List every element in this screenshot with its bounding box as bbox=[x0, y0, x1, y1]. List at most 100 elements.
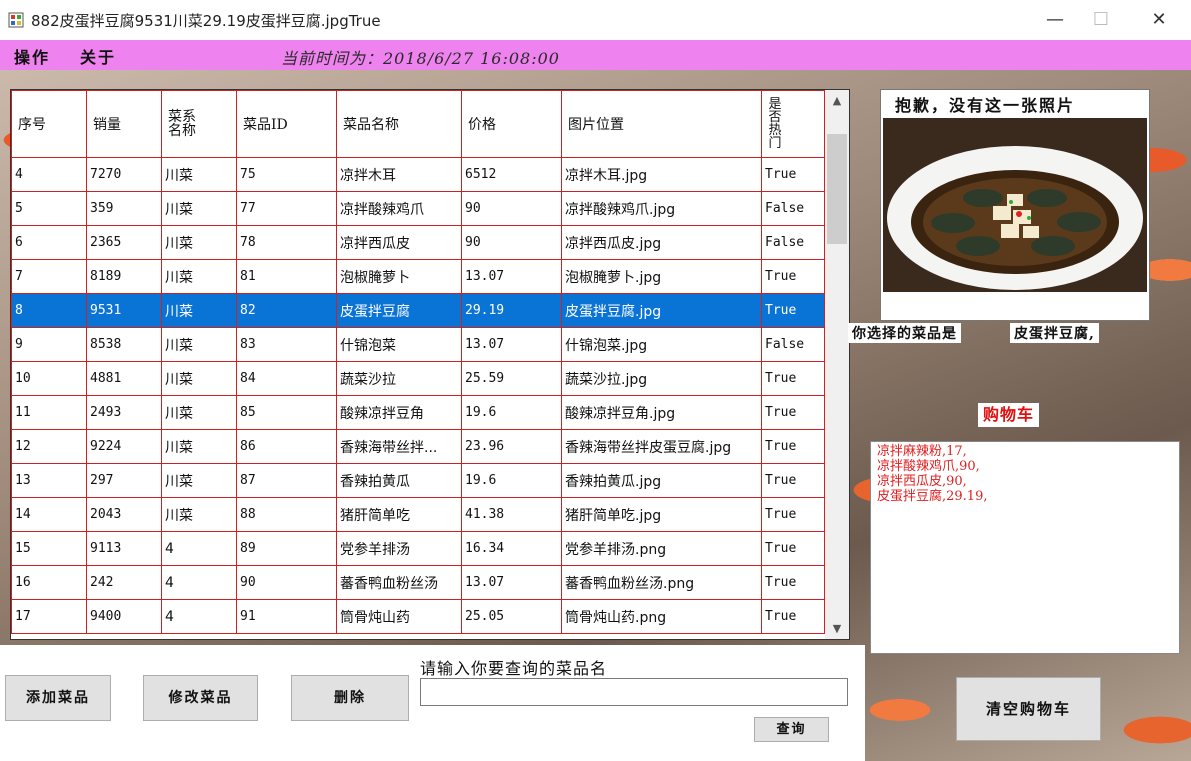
column-header[interactable]: 菜品名称 bbox=[336, 90, 462, 158]
table-row[interactable]: 4 7270 川菜 75 凉拌木耳 6512 凉拌木耳.jpg True bbox=[11, 157, 825, 192]
table-row[interactable]: 13 297 川菜 87 香辣拍黄瓜 19.6 香辣拍黄瓜.jpg True bbox=[11, 463, 825, 498]
table-cell[interactable]: False bbox=[761, 191, 825, 226]
table-cell[interactable]: 泡椒腌萝卜 bbox=[336, 259, 462, 294]
table-cell[interactable]: 9531 bbox=[86, 293, 162, 328]
table-cell[interactable]: 4 bbox=[161, 599, 237, 634]
table-cell[interactable]: 川菜 bbox=[161, 463, 237, 498]
column-header[interactable]: 序号 bbox=[11, 90, 87, 158]
table-cell[interactable]: 16 bbox=[11, 565, 87, 600]
table-cell[interactable]: 5 bbox=[11, 191, 87, 226]
add-dish-button[interactable]: 添加菜品 bbox=[5, 675, 111, 721]
table-cell[interactable]: 凉拌木耳.jpg bbox=[561, 157, 762, 192]
table-cell[interactable]: 41.38 bbox=[461, 497, 562, 532]
table-cell[interactable]: 78 bbox=[236, 225, 337, 260]
table-cell[interactable]: False bbox=[761, 225, 825, 260]
table-row[interactable]: 11 2493 川菜 85 酸辣凉拌豆角 19.6 酸辣凉拌豆角.jpg True bbox=[11, 395, 825, 430]
table-cell[interactable]: 4 bbox=[11, 157, 87, 192]
table-cell[interactable]: 83 bbox=[236, 327, 337, 362]
table-cell[interactable]: 4881 bbox=[86, 361, 162, 396]
table-cell[interactable]: 88 bbox=[236, 497, 337, 532]
scroll-up-icon[interactable]: ▲ bbox=[825, 94, 849, 107]
table-cell[interactable]: 8538 bbox=[86, 327, 162, 362]
table-cell[interactable]: 77 bbox=[236, 191, 337, 226]
table-cell[interactable]: False bbox=[761, 327, 825, 362]
table-cell[interactable]: 17 bbox=[11, 599, 87, 634]
table-cell[interactable]: 凉拌西瓜皮.jpg bbox=[561, 225, 762, 260]
column-header[interactable]: 菜系名称 bbox=[161, 90, 237, 158]
table-cell[interactable]: 川菜 bbox=[161, 225, 237, 260]
maximize-button[interactable]: ☐ bbox=[1078, 0, 1124, 40]
table-cell[interactable]: 凉拌酸辣鸡爪.jpg bbox=[561, 191, 762, 226]
table-cell[interactable]: 14 bbox=[11, 497, 87, 532]
clear-cart-button[interactable]: 清空购物车 bbox=[956, 677, 1101, 741]
column-header[interactable]: 图片位置 bbox=[561, 90, 762, 158]
table-cell[interactable]: 19.6 bbox=[461, 395, 562, 430]
table-cell[interactable]: 川菜 bbox=[161, 497, 237, 532]
table-cell[interactable]: 什锦泡菜.jpg bbox=[561, 327, 762, 362]
table-cell[interactable]: 16.34 bbox=[461, 531, 562, 566]
table-cell[interactable]: True bbox=[761, 361, 825, 396]
table-row[interactable]: 17 9400 4 91 筒骨炖山药 25.05 筒骨炖山药.png True bbox=[11, 599, 825, 634]
table-cell[interactable]: 川菜 bbox=[161, 429, 237, 464]
table-cell[interactable]: 11 bbox=[11, 395, 87, 430]
table-cell[interactable]: 川菜 bbox=[161, 191, 237, 226]
table-cell[interactable]: 蕃香鸭血粉丝汤.png bbox=[561, 565, 762, 600]
table-cell[interactable]: 川菜 bbox=[161, 327, 237, 362]
table-cell[interactable]: 359 bbox=[86, 191, 162, 226]
menu-about[interactable]: 关于 bbox=[80, 44, 116, 68]
table-cell[interactable]: 泡椒腌萝卜.jpg bbox=[561, 259, 762, 294]
table-row[interactable]: 12 9224 川菜 86 香辣海带丝拌... 23.96 香辣海带丝拌皮蛋豆腐.jpg Tr… bbox=[11, 429, 825, 464]
table-cell[interactable]: 猪肝简单吃.jpg bbox=[561, 497, 762, 532]
table-cell[interactable]: 7 bbox=[11, 259, 87, 294]
table-row[interactable]: 16 242 4 90 蕃香鸭血粉丝汤 13.07 蕃香鸭血粉丝汤.png True bbox=[11, 565, 825, 600]
table-cell[interactable]: 90 bbox=[461, 225, 562, 260]
table-cell[interactable]: 筒骨炖山药.png bbox=[561, 599, 762, 634]
column-header[interactable]: 价格 bbox=[461, 90, 562, 158]
table-cell[interactable]: 75 bbox=[236, 157, 337, 192]
table-cell[interactable]: 凉拌酸辣鸡爪 bbox=[336, 191, 462, 226]
cart-list[interactable]: 凉拌麻辣粉,17, 凉拌酸辣鸡爪,90, 凉拌西瓜皮,90, 皮蛋拌豆腐,29.… bbox=[870, 441, 1180, 654]
table-cell[interactable]: 13.07 bbox=[461, 565, 562, 600]
close-button[interactable]: ✕ bbox=[1136, 0, 1182, 40]
table-cell[interactable]: 91 bbox=[236, 599, 337, 634]
table-cell[interactable]: 89 bbox=[236, 531, 337, 566]
table-cell[interactable]: True bbox=[761, 599, 825, 634]
table-cell[interactable]: 242 bbox=[86, 565, 162, 600]
table-cell[interactable]: 皮蛋拌豆腐 bbox=[336, 293, 462, 328]
table-cell[interactable]: 9113 bbox=[86, 531, 162, 566]
table-cell[interactable]: 党参羊排汤 bbox=[336, 531, 462, 566]
table-cell[interactable]: 酸辣凉拌豆角.jpg bbox=[561, 395, 762, 430]
table-cell[interactable]: 猪肝简单吃 bbox=[336, 497, 462, 532]
table-cell[interactable]: 7270 bbox=[86, 157, 162, 192]
table-cell[interactable]: 香辣海带丝拌皮蛋豆腐.jpg bbox=[561, 429, 762, 464]
table-cell[interactable]: 12 bbox=[11, 429, 87, 464]
table-cell[interactable]: 香辣拍黄瓜 bbox=[336, 463, 462, 498]
scroll-thumb[interactable] bbox=[827, 134, 847, 244]
table-cell[interactable]: 23.96 bbox=[461, 429, 562, 464]
grid-scrollbar[interactable]: ▲ ▼ bbox=[825, 90, 849, 639]
table-cell[interactable]: 15 bbox=[11, 531, 87, 566]
table-row[interactable]: 14 2043 川菜 88 猪肝简单吃 41.38 猪肝简单吃.jpg True bbox=[11, 497, 825, 532]
table-cell[interactable]: 凉拌木耳 bbox=[336, 157, 462, 192]
table-cell[interactable]: 6 bbox=[11, 225, 87, 260]
dish-data-grid[interactable]: 序号 销量 菜系名称 菜品ID 菜品名称 价格 图片位置 是否热门 4 7270 川… bbox=[10, 89, 850, 640]
menu-operate[interactable]: 操作 bbox=[14, 44, 50, 68]
table-row[interactable]: 9 8538 川菜 83 什锦泡菜 13.07 什锦泡菜.jpg False bbox=[11, 327, 825, 362]
table-cell[interactable]: 酸辣凉拌豆角 bbox=[336, 395, 462, 430]
table-cell[interactable]: 蔬菜沙拉 bbox=[336, 361, 462, 396]
table-row[interactable]: 15 9113 4 89 党参羊排汤 16.34 党参羊排汤.png True bbox=[11, 531, 825, 566]
table-cell[interactable]: 9224 bbox=[86, 429, 162, 464]
table-cell[interactable]: 297 bbox=[86, 463, 162, 498]
table-cell[interactable]: 86 bbox=[236, 429, 337, 464]
table-cell[interactable]: True bbox=[761, 395, 825, 430]
table-row[interactable]: 7 8189 川菜 81 泡椒腌萝卜 13.07 泡椒腌萝卜.jpg True bbox=[11, 259, 825, 294]
table-cell[interactable]: True bbox=[761, 157, 825, 192]
table-cell[interactable]: 25.59 bbox=[461, 361, 562, 396]
table-cell[interactable]: True bbox=[761, 429, 825, 464]
column-header[interactable]: 菜品ID bbox=[236, 90, 337, 158]
table-cell[interactable]: 2493 bbox=[86, 395, 162, 430]
table-cell[interactable]: 9400 bbox=[86, 599, 162, 634]
table-cell[interactable]: 4 bbox=[161, 531, 237, 566]
table-cell[interactable]: 9 bbox=[11, 327, 87, 362]
table-cell[interactable]: 党参羊排汤.png bbox=[561, 531, 762, 566]
